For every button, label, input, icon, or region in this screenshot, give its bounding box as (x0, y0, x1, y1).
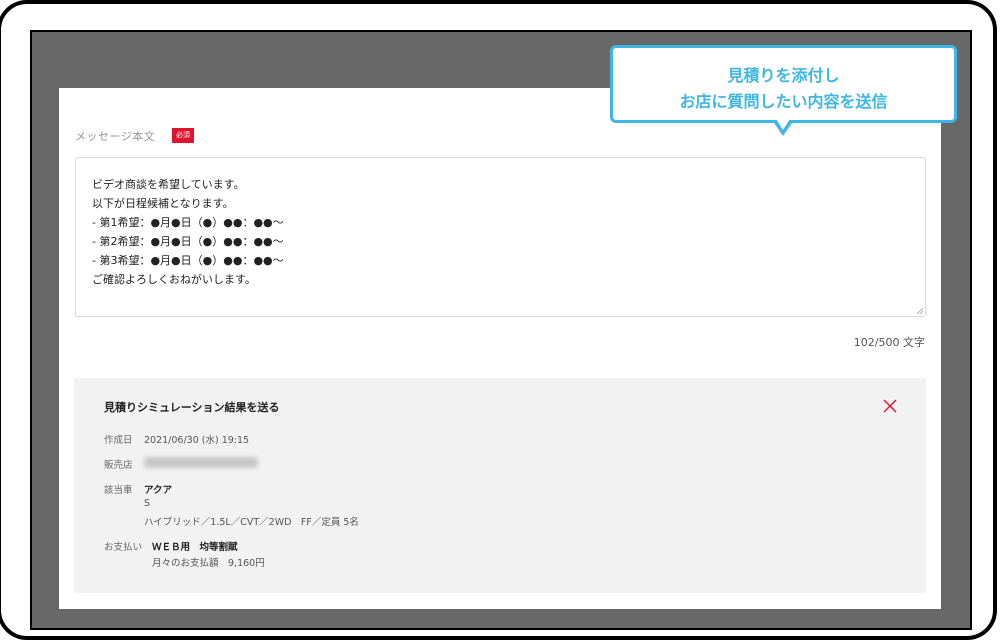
message-line-3: - 第1希望：●月●日（●）●●：●●～ (92, 216, 284, 229)
character-counter: 102/500 文字 (853, 336, 925, 349)
message-textarea[interactable]: ビデオ商談を希望しています。 以下が日程候補となります。 - 第1希望：●月●日… (75, 157, 926, 317)
dealer-name-redacted (144, 457, 258, 468)
callout-pointer-fill (776, 119, 790, 130)
vehicle-spec: ハイブリッド／1.5L／CVT／2WD FF／定員 5名 (144, 517, 359, 528)
payment-monthly: 月々のお支払額 9,160円 (152, 558, 265, 569)
message-text[interactable]: ビデオ商談を希望しています。 以下が日程候補となります。 - 第1希望：●月●日… (92, 175, 284, 289)
message-line-1: ビデオ商談を希望しています。 (92, 178, 245, 191)
message-line-4: - 第2希望：●月●日（●）●●：●●～ (92, 235, 284, 248)
dealer-label: 販売店 (104, 460, 133, 471)
created-date-value: 2021/06/30 (水) 19:15 (144, 435, 250, 446)
payment-label: お支払い (104, 542, 143, 553)
callout-line-2: お店に質問したい内容を送信 (679, 92, 888, 111)
close-icon[interactable] (883, 399, 897, 413)
vehicle-name: アクア (144, 485, 173, 496)
message-label: メッセージ本文 (75, 130, 156, 143)
vehicle-grade: S (144, 498, 151, 509)
required-badge: 必須 (172, 128, 194, 143)
estimate-title: 見積りシミュレーション結果を送る (104, 401, 280, 414)
created-date-label: 作成日 (104, 435, 133, 446)
message-line-6: ご確認よろしくおねがいします。 (92, 273, 256, 286)
callout-line-1: 見積りを添付し (727, 66, 840, 85)
resize-handle-icon[interactable] (916, 307, 923, 314)
message-line-2: 以下が日程候補となります。 (92, 197, 234, 210)
estimate-card: 見積りシミュレーション結果を送る 作成日 2021/06/30 (水) 19:1… (74, 378, 926, 593)
payment-method: ＷＥＢ用 均等割賦 (152, 542, 238, 553)
message-line-5: - 第3希望：●月●日（●）●●：●●～ (92, 254, 284, 267)
callout-box: 見積りを添付し お店に質問したい内容を送信 (610, 45, 957, 123)
vehicle-label: 該当車 (104, 485, 133, 496)
